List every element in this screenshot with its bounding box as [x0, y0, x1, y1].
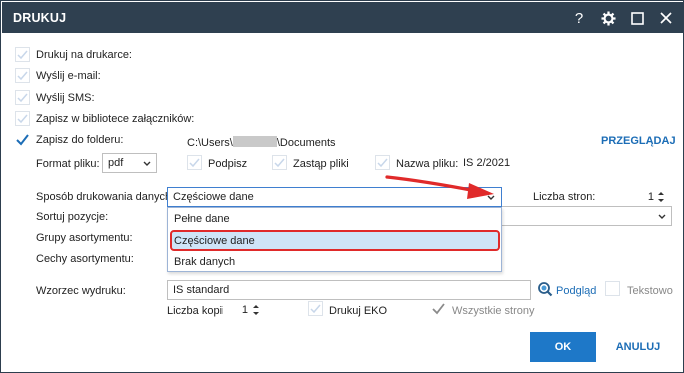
- dropdown-option-partial[interactable]: Częściowe dane: [174, 235, 255, 247]
- copies-label: Liczba kopii:: [167, 305, 228, 317]
- print-method-value: Częściowe dane: [173, 191, 254, 203]
- print-method-dropdown: Pełne dane Częściowe dane Brak danych: [167, 207, 502, 272]
- ok-button[interactable]: OK: [530, 332, 596, 362]
- replace-files-checkbox[interactable]: [272, 155, 287, 170]
- eko-label: Drukuj EKO: [329, 305, 388, 317]
- print-method-label: Sposób drukowania danych:: [36, 191, 175, 203]
- file-name-input[interactable]: IS 2/2021: [460, 153, 584, 173]
- dialog-title: DRUKUJ: [13, 11, 67, 25]
- sort-label: Sortuj pozycje:: [36, 211, 109, 223]
- save-to-folder-label: Zapisz do folderu:: [36, 134, 124, 146]
- print-on-printer-checkbox[interactable]: [15, 47, 30, 62]
- groups-label: Grupy asortymentu:: [36, 232, 133, 244]
- send-email-label: Wyślij e-mail:: [36, 70, 101, 82]
- browse-link[interactable]: PRZEGLĄDAJ: [601, 135, 676, 147]
- spinner-icon[interactable]: [252, 303, 260, 317]
- file-name-checkbox[interactable]: [375, 155, 390, 170]
- template-label: Wzorzec wydruku:: [36, 285, 126, 297]
- folder-path-prefix: C:\Users\: [187, 137, 233, 149]
- annotation-arrow: [385, 175, 494, 199]
- sign-label: Podpisz: [208, 158, 248, 170]
- magnifier-icon[interactable]: [537, 281, 553, 297]
- file-format-select[interactable]: pdf: [102, 153, 157, 173]
- copies-input[interactable]: 1: [223, 300, 263, 320]
- pages-value: 1: [647, 191, 654, 203]
- print-on-printer-label: Drukuj na drukarce:: [36, 49, 132, 61]
- close-icon[interactable]: [656, 8, 676, 28]
- replace-files-label: Zastąp pliki: [293, 158, 349, 170]
- template-value: IS standard: [173, 284, 230, 296]
- save-to-folder-checkbox[interactable]: [15, 132, 30, 147]
- text-mode-label: Tekstowo: [627, 285, 673, 297]
- dropdown-option-full[interactable]: Pełne dane: [174, 213, 230, 225]
- send-sms-checkbox[interactable]: [15, 90, 30, 105]
- redacted-username: [232, 136, 277, 147]
- file-format-value: pdf: [108, 157, 124, 169]
- send-email-checkbox[interactable]: [15, 68, 30, 83]
- gear-icon[interactable]: [598, 8, 618, 28]
- print-dialog: DRUKUJ ? Drukuj na drukarce: Wyślij e-ma…: [0, 0, 684, 373]
- save-attachments-checkbox[interactable]: [15, 111, 30, 126]
- dropdown-option-none[interactable]: Brak danych: [174, 256, 235, 268]
- sign-checkbox[interactable]: [187, 155, 202, 170]
- all-pages-checkbox[interactable]: [431, 301, 446, 316]
- copies-value: 1: [241, 304, 248, 316]
- pages-label: Liczba stron:: [533, 191, 596, 203]
- chevron-down-icon: [143, 161, 151, 166]
- file-format-label: Format pliku:: [36, 158, 100, 170]
- pages-input[interactable]: 1: [611, 187, 667, 207]
- save-attachments-label: Zapisz w bibliotece załączników:: [36, 113, 195, 125]
- cancel-button[interactable]: ANULUJ: [607, 332, 669, 362]
- eko-checkbox[interactable]: [308, 301, 323, 316]
- all-pages-label: Wszystkie strony: [452, 305, 535, 317]
- features-label: Cechy asortymentu:: [36, 253, 134, 265]
- sort-select[interactable]: [502, 206, 672, 226]
- folder-path-suffix: \Documents: [276, 137, 336, 149]
- text-mode-checkbox[interactable]: [605, 281, 620, 296]
- maximize-icon[interactable]: [627, 8, 647, 28]
- chevron-down-icon: [658, 214, 666, 219]
- help-icon[interactable]: ?: [569, 8, 589, 28]
- file-name-label: Nazwa pliku:: [396, 158, 459, 170]
- folder-path-field[interactable]: C:\Users\ \Documents: [184, 132, 584, 152]
- spinner-icon[interactable]: [657, 190, 665, 204]
- preview-link[interactable]: Podgląd: [556, 285, 596, 297]
- template-select[interactable]: IS standard: [167, 280, 531, 300]
- send-sms-label: Wyślij SMS:: [36, 92, 95, 104]
- title-bar: DRUKUJ ?: [2, 2, 684, 33]
